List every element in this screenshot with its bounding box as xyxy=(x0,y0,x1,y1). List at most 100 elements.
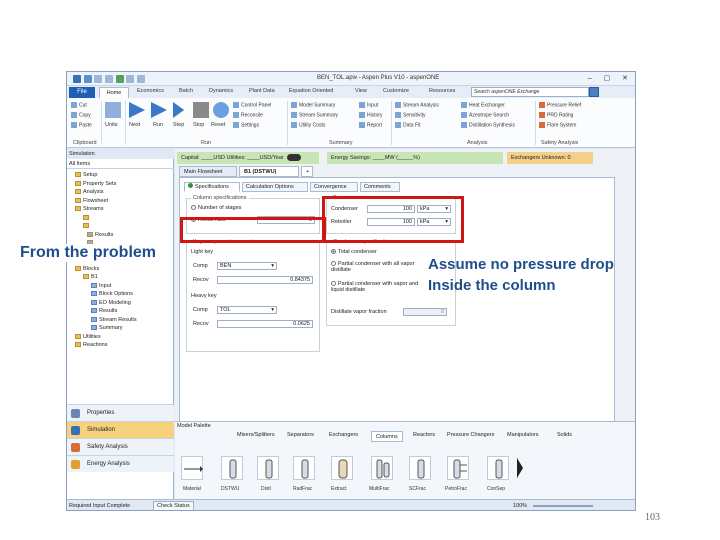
number-of-stages-option[interactable]: Number of stages xyxy=(191,205,241,211)
tab-pressure-changers[interactable]: Pressure Changers xyxy=(447,432,494,438)
step-button[interactable]: Step xyxy=(173,122,184,128)
tab-dynamics[interactable]: Dynamics xyxy=(209,88,233,94)
palette-scroll-right-icon[interactable] xyxy=(517,458,523,478)
model-summary-button[interactable]: Model Summary xyxy=(291,102,335,108)
energy-analysis-button[interactable]: Energy Analysis xyxy=(67,455,174,472)
tree-item-block-options[interactable]: Block Options xyxy=(71,290,137,299)
tab-convergence[interactable]: Convergence xyxy=(310,182,358,192)
scfrac-icon[interactable] xyxy=(409,456,431,480)
tab-main-flowsheet[interactable]: Main Flowsheet xyxy=(179,166,237,177)
tab-economics[interactable]: Economics xyxy=(137,88,164,94)
stop-icon[interactable] xyxy=(193,102,209,118)
stop-button[interactable]: Stop xyxy=(193,122,204,128)
radfrac-icon[interactable] xyxy=(293,456,315,480)
data-fit-button[interactable]: Data Fit xyxy=(395,122,421,128)
copy-button[interactable]: Copy xyxy=(71,112,91,118)
tab-file[interactable]: File xyxy=(69,87,95,98)
tree-item-utilities[interactable]: Utilities xyxy=(71,333,137,342)
history-button[interactable]: History xyxy=(359,112,383,118)
tree-item-property-sets[interactable]: Property Sets xyxy=(71,180,137,189)
run-icon[interactable] xyxy=(151,102,167,118)
distl-icon[interactable] xyxy=(257,456,279,480)
heavy-key-component-select[interactable]: TOL ▾ xyxy=(217,306,277,314)
tree-item-eo-modeling[interactable]: EO Modeling xyxy=(71,299,137,308)
reconcile-button[interactable]: Reconcile xyxy=(233,112,263,118)
input-button[interactable]: Input xyxy=(359,102,378,108)
add-tab-button[interactable]: + xyxy=(301,166,313,177)
qa-icon[interactable] xyxy=(137,75,146,83)
tab-comments[interactable]: Comments xyxy=(360,182,400,192)
next-button[interactable]: Next xyxy=(129,122,140,128)
heavy-key-recovery-input[interactable]: 0.0625 xyxy=(217,320,313,328)
properties-button[interactable]: Properties xyxy=(67,404,174,421)
report-button[interactable]: Report xyxy=(359,122,382,128)
reset-button[interactable]: Reset xyxy=(211,122,225,128)
search-input[interactable]: Search aspenONE Exchange xyxy=(471,87,589,97)
consep-icon[interactable] xyxy=(487,456,509,480)
tab-equation-oriented[interactable]: Equation Oriented xyxy=(289,88,333,94)
tab-b1-dstwu[interactable]: B1 (DSTWU) xyxy=(239,166,299,177)
tab-exchangers[interactable]: Exchangers xyxy=(329,432,358,438)
cut-button[interactable]: Cut xyxy=(71,102,87,108)
control-panel-button[interactable]: Control Panel xyxy=(233,102,271,108)
tree-item-stream[interactable] xyxy=(71,214,137,223)
window-controls[interactable]: – ▢ ✕ xyxy=(588,74,633,82)
undo-icon[interactable] xyxy=(94,75,103,83)
check-status-button[interactable]: Check Status xyxy=(153,501,194,510)
multifrac-icon[interactable] xyxy=(371,456,393,480)
safety-analysis-button[interactable]: Safety Analysis xyxy=(67,438,174,455)
prd-rating-button[interactable]: PRD Rating xyxy=(539,112,573,118)
tab-solids[interactable]: Solids xyxy=(557,432,572,438)
light-key-component-select[interactable]: BEN ▾ xyxy=(217,262,277,270)
tab-manipulators[interactable]: Manipulators xyxy=(507,432,539,438)
all-items-dropdown[interactable]: All Items xyxy=(67,159,174,169)
next-icon[interactable] xyxy=(129,102,145,118)
stream-analysis-button[interactable]: Stream Analysis xyxy=(395,102,439,108)
tree-item-setup[interactable]: Setup xyxy=(71,171,137,180)
tab-separators[interactable]: Separators xyxy=(287,432,314,438)
tab-specifications[interactable]: Specifications xyxy=(184,182,240,192)
flare-system-button[interactable]: Flare System xyxy=(539,122,576,128)
tab-plant-data[interactable]: Plant Data xyxy=(249,88,275,94)
tree-item-stream-results[interactable]: Stream Results xyxy=(71,316,137,325)
tree-item-stream[interactable] xyxy=(71,222,137,231)
stream-summary-button[interactable]: Stream Summary xyxy=(291,112,338,118)
heat-exchanger-button[interactable]: Heat Exchanger xyxy=(461,102,505,108)
reset-icon[interactable] xyxy=(213,102,229,118)
tree-item-summary[interactable]: Summary xyxy=(71,324,137,333)
tree-item-b1[interactable]: B1 xyxy=(71,273,137,282)
pressure-relief-button[interactable]: Pressure Relief xyxy=(539,102,581,108)
tree-item-reactions[interactable]: Reactions xyxy=(71,341,137,350)
tree-item-results[interactable]: Results xyxy=(71,231,137,240)
tree-item-analysis[interactable]: Analysis xyxy=(71,188,137,197)
distillate-vapor-fraction-input[interactable]: 0 xyxy=(403,308,447,316)
partial-vapor-liquid-option[interactable]: Partial condenser with vapor and liquid … xyxy=(331,281,423,293)
run-button[interactable]: Run xyxy=(153,122,163,128)
tab-mixers-splitters[interactable]: Mixers/Splitters xyxy=(237,432,275,438)
tree-item-results[interactable]: Results xyxy=(71,307,137,316)
dstwu-icon[interactable] xyxy=(221,456,243,480)
material-stream-icon[interactable] xyxy=(181,456,203,480)
tab-view[interactable]: View xyxy=(355,88,367,94)
units-icon[interactable] xyxy=(105,102,121,118)
total-condenser-option[interactable]: Total condenser xyxy=(331,249,377,255)
tab-batch[interactable]: Batch xyxy=(179,88,193,94)
tab-columns[interactable]: Columns xyxy=(371,431,403,442)
search-icon[interactable] xyxy=(589,87,599,97)
azeotrope-search-button[interactable]: Azeotrope Search xyxy=(461,112,509,118)
utility-costs-button[interactable]: Utility Costs xyxy=(291,122,325,128)
petrofrac-icon[interactable] xyxy=(447,456,469,480)
redo-icon[interactable] xyxy=(105,75,114,83)
tab-resources[interactable]: Resources xyxy=(429,88,455,94)
simulation-button[interactable]: Simulation xyxy=(67,421,174,438)
sensitivity-button[interactable]: Sensitivity xyxy=(395,112,426,118)
save-icon[interactable] xyxy=(83,75,92,83)
tab-home[interactable]: Home xyxy=(99,87,129,98)
tab-calculation-options[interactable]: Calculation Options xyxy=(242,182,308,192)
partial-vapor-option[interactable]: Partial condenser with all vapor distill… xyxy=(331,261,423,273)
tree-item-flowsheet[interactable]: Flowsheet xyxy=(71,197,137,206)
settings-button[interactable]: Settings xyxy=(233,122,259,128)
light-key-recovery-input[interactable]: 0.84375 xyxy=(217,276,313,284)
extract-icon[interactable] xyxy=(331,456,353,480)
tree-item-streams[interactable]: Streams xyxy=(71,205,137,214)
